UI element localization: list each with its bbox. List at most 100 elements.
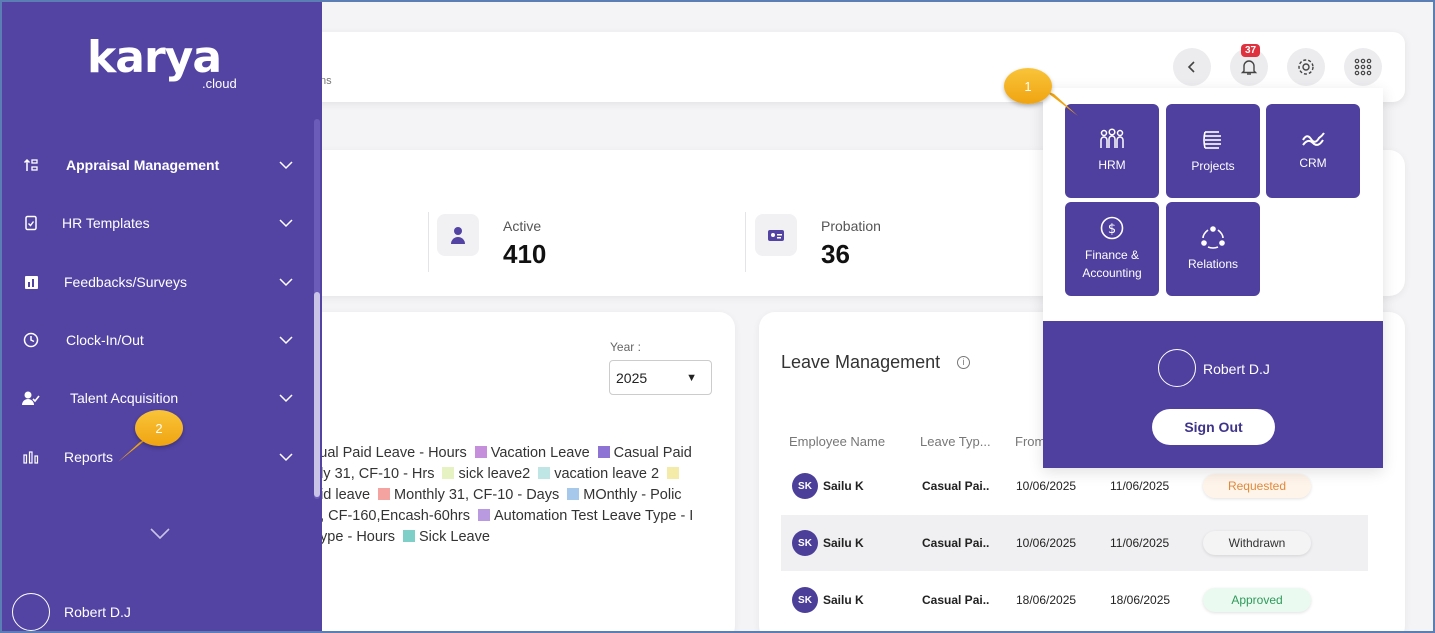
scroll-more-chevron-icon[interactable] bbox=[149, 527, 171, 541]
employee-name: Sailu K bbox=[823, 479, 864, 493]
legend-entry[interactable]: sual Paid Leave - Hours bbox=[312, 445, 467, 461]
app-tile-crm[interactable]: CRM bbox=[1266, 104, 1360, 198]
bell-icon bbox=[1240, 60, 1258, 75]
sidebar-scrollbar-thumb[interactable] bbox=[314, 292, 320, 497]
table-row[interactable]: SK Sailu K Casual Pai.. 10/06/2025 11/06… bbox=[781, 515, 1368, 571]
notification-count-badge: 37 bbox=[1241, 44, 1261, 57]
sidebar-item-label: Appraisal Management bbox=[66, 157, 220, 173]
leave-type: Casual Pai.. bbox=[922, 593, 990, 607]
avatar[interactable] bbox=[12, 593, 50, 631]
divider bbox=[428, 212, 429, 272]
divider bbox=[745, 212, 746, 272]
sidebar-item-clock-in-out[interactable]: Clock-In/Out bbox=[2, 320, 312, 360]
app-tile-label: Projects bbox=[1191, 159, 1235, 173]
user-check-icon bbox=[22, 389, 40, 407]
legend-entry[interactable]: Vacation Leave bbox=[491, 445, 590, 461]
employee-avatar: SK bbox=[792, 530, 818, 556]
svg-text:$: $ bbox=[1108, 222, 1116, 237]
column-header-employee[interactable]: Employee Name bbox=[789, 434, 885, 449]
legend-entry[interactable]: h, CF-160,Encash-60hrs bbox=[312, 508, 470, 524]
legend-swatch[interactable] bbox=[474, 446, 487, 458]
legend-entry[interactable]: Casual Paid bbox=[614, 445, 692, 461]
cycle-icon bbox=[1201, 226, 1225, 249]
legend-entry[interactable]: Monthly 31, CF-10 - Days bbox=[394, 487, 559, 503]
chevron-down-icon bbox=[279, 336, 293, 345]
legend-swatch[interactable] bbox=[597, 446, 610, 458]
legend-entry[interactable]: Automation Test Leave Type - I bbox=[494, 508, 693, 524]
legend-line: h, CF-160,Encash-60hrs Automation Test Le… bbox=[312, 506, 714, 527]
legend-entry[interactable]: Sick Leave bbox=[419, 529, 490, 545]
stack-icon bbox=[1203, 131, 1221, 149]
document-icon bbox=[22, 214, 40, 232]
app-tile-finance-accounting[interactable]: $ Finance & Accounting bbox=[1065, 202, 1159, 296]
clock-icon bbox=[22, 331, 40, 349]
wave-icon bbox=[1302, 132, 1325, 146]
legend-swatch[interactable] bbox=[378, 488, 391, 500]
status-badge: Withdrawn bbox=[1203, 531, 1311, 555]
app-tile-label: Finance & Accounting bbox=[1082, 248, 1142, 280]
employee-avatar: SK bbox=[792, 587, 818, 613]
chevron-down-icon bbox=[279, 278, 293, 287]
from-date: 10/06/2025 bbox=[1016, 536, 1077, 550]
apps-dropdown: HRM Projects CRM $ Finance & Accounting … bbox=[1043, 88, 1383, 468]
employee-name: Sailu K bbox=[823, 536, 864, 550]
legend-swatch[interactable] bbox=[403, 530, 415, 542]
sort-icon bbox=[22, 156, 40, 174]
dollar-icon: $ bbox=[1100, 216, 1124, 240]
year-select-value: 2025 bbox=[616, 369, 648, 386]
chevron-down-icon bbox=[279, 394, 293, 403]
chevron-down-icon bbox=[279, 161, 293, 170]
app-tile-projects[interactable]: Projects bbox=[1166, 104, 1260, 198]
sidebar-user-name[interactable]: Robert D.J bbox=[64, 604, 131, 620]
sidebar-item-label: Feedbacks/Surveys bbox=[64, 274, 187, 290]
active-value: 410 bbox=[503, 239, 547, 269]
from-date: 10/06/2025 bbox=[1016, 479, 1077, 493]
sign-out-button[interactable]: Sign Out bbox=[1152, 409, 1275, 445]
employee-avatar: SK bbox=[792, 473, 818, 499]
chevron-left-icon bbox=[1187, 61, 1195, 73]
dropdown-user-name: Robert D.J bbox=[1203, 361, 1270, 377]
probation-value: 36 bbox=[821, 239, 850, 269]
legend-entry[interactable]: sick leave2 bbox=[458, 466, 530, 482]
column-header-from[interactable]: From bbox=[1015, 434, 1045, 449]
settings-button[interactable] bbox=[1287, 48, 1325, 86]
leave-type: Casual Pai.. bbox=[922, 479, 990, 493]
legend-entry[interactable]: nly 31, CF-10 - Hrs bbox=[312, 466, 434, 482]
status-badge: Requested bbox=[1203, 474, 1311, 498]
back-button[interactable] bbox=[1173, 48, 1211, 86]
sidebar-item-hr-templates[interactable]: HR Templates bbox=[2, 203, 312, 243]
app-tile-label: HRM bbox=[1098, 158, 1126, 172]
sidebar-item-appraisal-management[interactable]: Appraisal Management bbox=[2, 145, 312, 185]
active-label: Active bbox=[503, 218, 542, 234]
sidebar: karya .cloud Appraisal Management HR Tem… bbox=[2, 2, 322, 633]
legend-line: Type - Hours Sick Leave bbox=[312, 527, 714, 548]
legend-entry[interactable]: Type - Hours bbox=[312, 529, 395, 545]
legend-line: aid leave Monthly 31, CF-10 - Days MOnthly… bbox=[312, 485, 714, 506]
year-select[interactable]: 2025 ▼ bbox=[609, 360, 712, 395]
info-icon[interactable]: i bbox=[957, 356, 970, 369]
apps-grid-button[interactable] bbox=[1344, 48, 1382, 86]
legend-entry[interactable]: vacation leave 2 bbox=[554, 466, 659, 482]
legend-swatch[interactable] bbox=[567, 488, 580, 500]
legend-swatch[interactable] bbox=[477, 509, 490, 521]
legend-swatch[interactable] bbox=[442, 467, 455, 479]
app-tile-relations[interactable]: Relations bbox=[1166, 202, 1260, 296]
callout-marker: 1 bbox=[1004, 68, 1052, 104]
chart-box-icon bbox=[22, 273, 40, 291]
legend-swatch[interactable] bbox=[667, 467, 680, 479]
brand-logo[interactable]: karya bbox=[87, 32, 222, 83]
legend-line: nly 31, CF-10 - Hrs sick leave2 vacation l… bbox=[312, 464, 714, 485]
table-row[interactable]: SK Sailu K Casual Pai.. 18/06/2025 18/06… bbox=[781, 572, 1368, 628]
column-header-leave-type[interactable]: Leave Typ... bbox=[920, 434, 991, 449]
sidebar-item-feedbacks-surveys[interactable]: Feedbacks/Surveys bbox=[2, 262, 312, 302]
gear-icon bbox=[1298, 59, 1314, 75]
leave-type: Casual Pai.. bbox=[922, 536, 990, 550]
app-tile-hrm[interactable]: HRM bbox=[1065, 104, 1159, 198]
legend-swatch[interactable] bbox=[538, 467, 551, 479]
app-tile-label: Relations bbox=[1187, 257, 1239, 271]
chart-legend: sual Paid Leave - Hours Vacation Leave Cas… bbox=[312, 443, 714, 553]
sidebar-item-label: Talent Acquisition bbox=[70, 390, 179, 406]
bar-chart-icon bbox=[22, 448, 40, 466]
legend-entry[interactable]: MOnthly - Polic bbox=[583, 487, 681, 503]
to-date: 18/06/2025 bbox=[1110, 593, 1171, 607]
